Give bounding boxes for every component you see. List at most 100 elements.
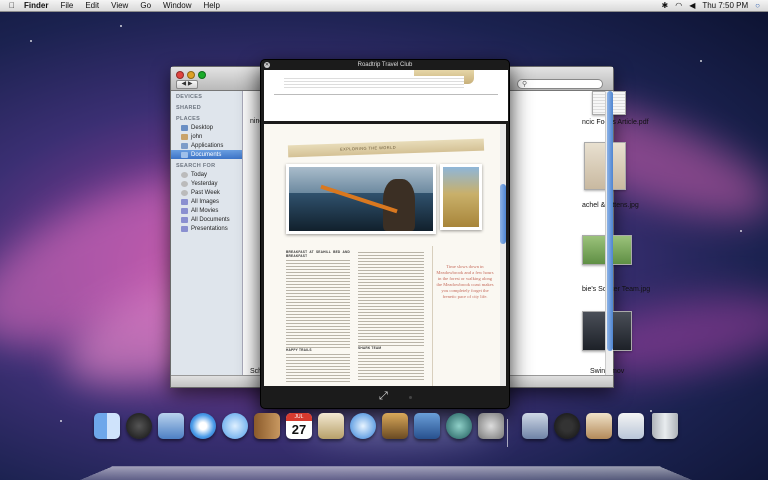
- sidebar-item-all-images[interactable]: All Images: [171, 197, 242, 206]
- quick-look-title: Roadtrip Travel Club: [357, 62, 413, 68]
- preview-icon[interactable]: [318, 413, 344, 439]
- sidebar-item-john[interactable]: john: [171, 132, 242, 141]
- clock-icon: [181, 180, 188, 187]
- search-field[interactable]: ⚲: [517, 79, 603, 89]
- sidebar-item-today[interactable]: Today: [171, 170, 242, 179]
- column-text-lines: [286, 258, 350, 348]
- bluetooth-icon[interactable]: ✱: [662, 1, 669, 10]
- sidebar-item-past-week[interactable]: Past Week: [171, 188, 242, 197]
- dashboard-icon[interactable]: [126, 413, 152, 439]
- pull-quote: Time slows down in Meadowbrook and a few…: [436, 264, 494, 299]
- time-machine-icon[interactable]: [446, 413, 472, 439]
- desktop-icon: [181, 124, 188, 131]
- page-indicator-dot: [409, 396, 412, 399]
- quick-look-controls: ⤢: [261, 386, 509, 408]
- apple-menu-icon[interactable]: : [6, 1, 18, 10]
- scroll-thumb[interactable]: [607, 91, 613, 351]
- sidebar-item-yesterday[interactable]: Yesterday: [171, 179, 242, 188]
- scroll-thumb[interactable]: [500, 184, 506, 244]
- calendar-month: JUL: [286, 413, 312, 421]
- search-icon: ⚲: [522, 81, 528, 88]
- zoom-button[interactable]: [198, 71, 206, 79]
- smart-folder-icon: [181, 225, 188, 232]
- close-button[interactable]: [176, 71, 184, 79]
- menu-view[interactable]: View: [105, 1, 134, 10]
- column-heading: BREAKFAST AT SEAHILL BED AND BREAKFAST: [286, 250, 350, 258]
- smart-folder-icon: [181, 216, 188, 223]
- trash-icon[interactable]: [652, 413, 678, 439]
- article-column-2: SHARK TEAM: [358, 250, 424, 386]
- banner-text: EXPLORING THE WORLD: [339, 144, 397, 152]
- menu-help[interactable]: Help: [197, 1, 225, 10]
- finder-sidebar: DEVICES SHARED PLACES Desktop john Appli…: [171, 91, 243, 377]
- file-label-soccer[interactable]: bie's Soccer Team.jpg: [582, 286, 650, 293]
- sidebar-item-presentations[interactable]: Presentations: [171, 224, 242, 233]
- sidebar-item-label: Yesterday: [191, 180, 218, 187]
- spaces-icon[interactable]: [414, 413, 440, 439]
- page-banner: EXPLORING THE WORLD: [287, 138, 485, 158]
- fullscreen-icon[interactable]: ⤢: [379, 390, 388, 403]
- wifi-icon[interactable]: ◠: [675, 1, 682, 10]
- document-page-current: EXPLORING THE WORLD BREAKFAST AT SEAHILL…: [264, 124, 500, 386]
- sidebar-item-applications[interactable]: Applications: [171, 141, 242, 150]
- sidebar-item-desktop[interactable]: Desktop: [171, 123, 242, 132]
- calendar-day: 27: [291, 422, 307, 437]
- finder-scrollbar[interactable]: [605, 91, 613, 375]
- sidebar-item-all-documents[interactable]: All Documents: [171, 215, 242, 224]
- sidebar-header-shared[interactable]: SHARED: [171, 101, 242, 112]
- downloads-stack-icon[interactable]: [586, 413, 612, 439]
- sidebar-header-places[interactable]: PLACES: [171, 112, 242, 123]
- sidebar-item-all-movies[interactable]: All Movies: [171, 206, 242, 215]
- pictures-stack-icon[interactable]: [522, 413, 548, 439]
- finder-icon[interactable]: [94, 413, 120, 439]
- address-book-icon[interactable]: [254, 413, 280, 439]
- quick-look-window: ✕ Roadtrip Travel Club EXPLORING THE WOR…: [260, 59, 510, 409]
- document-page-previous: [264, 70, 508, 121]
- spotlight-icon[interactable]: ○: [755, 1, 760, 10]
- documents-folder-icon: [181, 151, 188, 158]
- system-preferences-icon[interactable]: [478, 413, 504, 439]
- sidebar-item-label: Applications: [191, 142, 224, 149]
- ical-icon[interactable]: JUL 27: [286, 413, 312, 439]
- sidebar-item-documents[interactable]: Documents: [171, 150, 242, 159]
- applications-icon: [181, 142, 188, 149]
- home-icon: [181, 133, 188, 140]
- iphoto-icon[interactable]: [382, 413, 408, 439]
- minimize-button[interactable]: [187, 71, 195, 79]
- sidebar-header-search[interactable]: SEARCH FOR: [171, 159, 242, 170]
- menu-bar:  Finder File Edit View Go Window Help ✱…: [0, 0, 768, 12]
- mail-icon[interactable]: [158, 413, 184, 439]
- page-vertical-rule: [432, 246, 433, 386]
- page-text-lines: [284, 76, 464, 90]
- menu-edit[interactable]: Edit: [79, 1, 105, 10]
- column-heading: SHARK TEAM: [358, 346, 382, 350]
- back-forward-button[interactable]: ◀ ▶: [176, 80, 198, 89]
- field-photo: [440, 164, 482, 230]
- photo-person: [383, 179, 415, 231]
- documents-stack-icon[interactable]: [618, 413, 644, 439]
- clock-icon: [181, 189, 188, 196]
- column-text-lines: [358, 250, 424, 346]
- menu-window[interactable]: Window: [157, 1, 197, 10]
- menu-go[interactable]: Go: [134, 1, 157, 10]
- column-text-lines: [358, 350, 424, 380]
- quick-look-scrollbar[interactable]: [500, 124, 506, 386]
- sidebar-item-label: Desktop: [191, 124, 214, 131]
- safari-icon[interactable]: [190, 413, 216, 439]
- smart-folder-icon: [181, 207, 188, 214]
- volume-icon[interactable]: ◀: [689, 1, 695, 10]
- dock-separator: [507, 419, 508, 447]
- sidebar-header-devices[interactable]: DEVICES: [171, 91, 242, 101]
- menu-clock[interactable]: Thu 7:50 PM: [702, 1, 748, 10]
- menu-file[interactable]: File: [54, 1, 79, 10]
- file-label-pdf[interactable]: ncic Foods Article.pdf: [582, 119, 649, 126]
- sidebar-item-label: Presentations: [191, 225, 228, 232]
- smart-folder-icon: [181, 198, 188, 205]
- ichat-icon[interactable]: [222, 413, 248, 439]
- dock: JUL 27: [80, 413, 692, 480]
- photo-booth-icon[interactable]: [554, 413, 580, 439]
- itunes-icon[interactable]: [350, 413, 376, 439]
- sidebar-item-label: All Movies: [191, 207, 219, 214]
- clock-icon: [181, 171, 188, 178]
- menu-finder[interactable]: Finder: [18, 1, 54, 10]
